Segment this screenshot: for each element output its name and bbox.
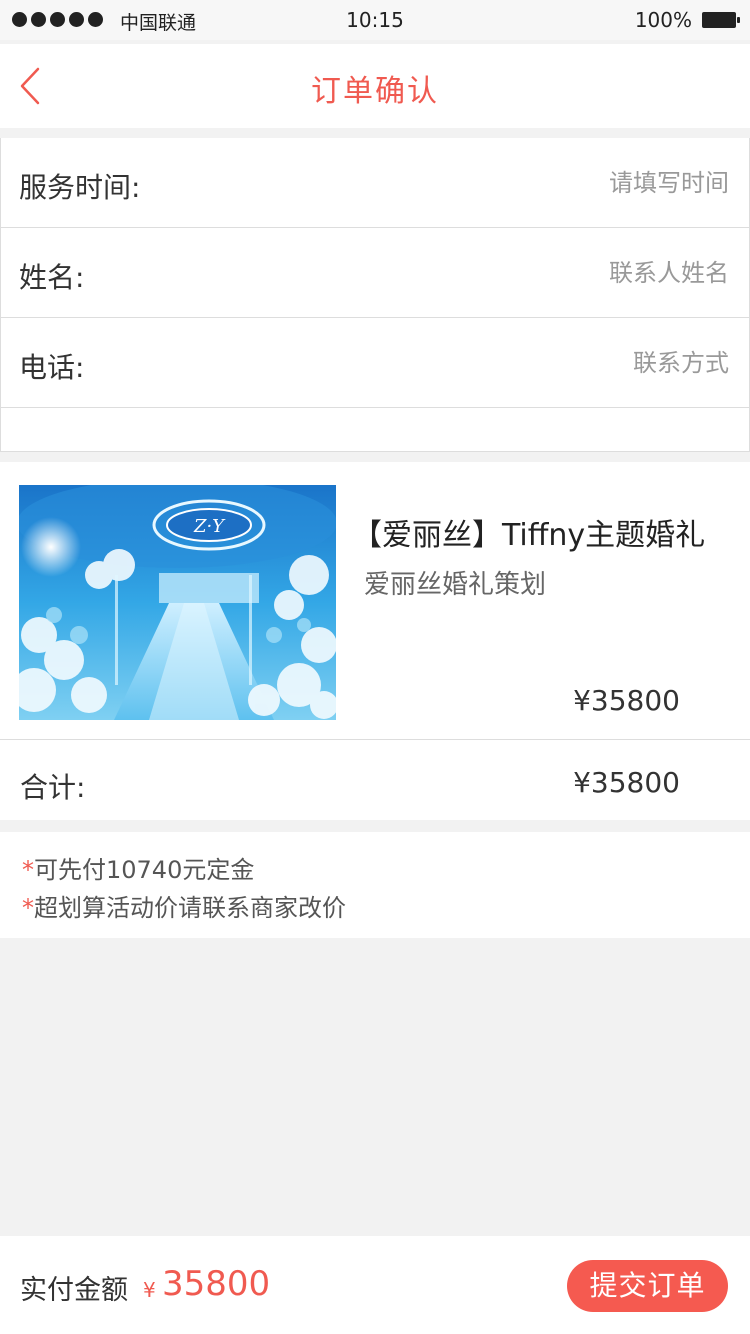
total-amount: ¥35800 <box>573 766 680 799</box>
service-time-input[interactable] <box>309 162 729 204</box>
wedding-venue-photo: Z·Y <box>19 485 336 720</box>
product-image[interactable]: Z·Y <box>19 485 336 720</box>
note-price-change: *超划算活动价请联系商家改价 <box>22 888 346 923</box>
pay-amount-label: 实付金额 <box>20 1275 128 1306</box>
checkout-bar: 实付金额 ¥ 35800 提交订单 <box>0 1236 750 1334</box>
note-text: 可先付10740元定金 <box>34 856 255 884</box>
service-time-row: 服务时间: <box>0 138 750 228</box>
order-notes: *可先付10740元定金 *超划算活动价请联系商家改价 <box>0 832 750 938</box>
note-deposit: *可先付10740元定金 <box>22 850 254 885</box>
battery-icon <box>702 12 740 28</box>
name-label: 姓名: <box>19 261 85 294</box>
submit-order-button[interactable]: 提交订单 <box>567 1260 728 1312</box>
note-text: 超划算活动价请联系商家改价 <box>34 894 346 922</box>
battery-percentage: 100% <box>634 8 692 32</box>
page-title: 订单确认 <box>311 74 439 109</box>
divider <box>0 739 750 740</box>
product-title[interactable]: 【爱丽丝】Tiffny主题婚礼 <box>352 510 705 554</box>
contact-name-input[interactable] <box>309 252 729 294</box>
note-asterisk: * <box>22 856 34 884</box>
note-asterisk: * <box>22 894 34 922</box>
service-time-label: 服务时间: <box>19 171 141 204</box>
phone-label: 电话: <box>19 351 85 384</box>
phone-row: 电话: <box>0 318 750 408</box>
currency-symbol: ¥ <box>143 1278 156 1302</box>
svg-text:Z·Y: Z·Y <box>193 516 226 537</box>
product-price: ¥35800 <box>573 684 680 717</box>
phone-input[interactable] <box>309 342 729 384</box>
product-vendor: 爱丽丝婚礼策划 <box>364 570 547 600</box>
order-form: 服务时间: 姓名: 电话: <box>0 138 750 452</box>
pay-amount-value: 35800 <box>162 1264 271 1304</box>
form-spacer <box>0 408 750 452</box>
name-row: 姓名: <box>0 228 750 318</box>
status-bar: 中国联通 10:15 100% <box>0 0 750 40</box>
product-card[interactable]: Z·Y 【爱丽丝】Tiffny主题婚礼 爱丽丝婚礼策划 ¥35800 合计: ¥… <box>0 462 750 820</box>
total-label: 合计: <box>20 771 86 804</box>
nav-bar: 订单确认 <box>0 44 750 128</box>
